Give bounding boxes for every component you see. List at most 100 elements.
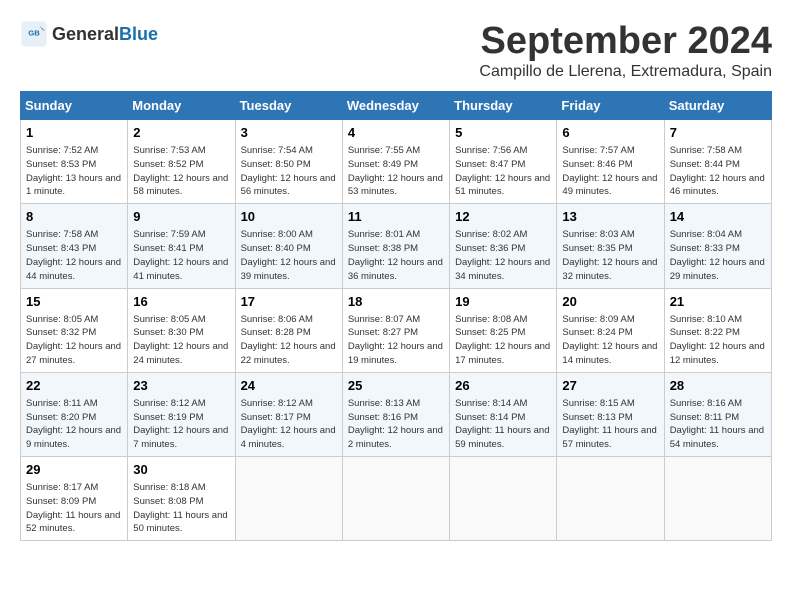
calendar-cell: 20 Sunrise: 8:09 AMSunset: 8:24 PMDayligh… [557,288,664,372]
day-info: Sunrise: 8:09 AMSunset: 8:24 PMDaylight:… [562,313,658,368]
day-number: 10 [241,208,337,226]
calendar-cell [235,457,342,541]
day-number: 8 [26,208,122,226]
day-info: Sunrise: 8:02 AMSunset: 8:36 PMDaylight:… [455,228,551,283]
day-info: Sunrise: 8:05 AMSunset: 8:32 PMDaylight:… [26,313,122,368]
calendar-cell: 9Sunrise: 7:59 AMSunset: 8:41 PMDaylight… [128,204,235,288]
day-info: Sunrise: 7:53 AMSunset: 8:52 PMDaylight:… [133,144,229,199]
calendar-container: GB GeneralBlue September 2024 Campillo d… [20,20,772,541]
day-number: 20 [562,293,658,311]
calendar-week-row: 8 Sunrise: 7:58 AMSunset: 8:43 PMDaylight… [21,204,772,288]
day-info: Sunrise: 8:00 AMSunset: 8:40 PMDaylight:… [241,228,337,283]
col-tuesday: Tuesday [235,92,342,120]
day-number: 30 [133,461,229,479]
calendar-cell: 11 Sunrise: 8:01 AMSunset: 8:38 PMDayligh… [342,204,449,288]
location-subtitle: Campillo de Llerena, Extremadura, Spain [479,63,772,81]
day-info: Sunrise: 7:58 AMSunset: 8:44 PMDaylight:… [670,144,766,199]
month-year-title: September 2024 [479,20,772,63]
calendar-cell: 4 Sunrise: 7:55 AMSunset: 8:49 PMDaylight… [342,120,449,204]
calendar-cell: 10 Sunrise: 8:00 AMSunset: 8:40 PMDayligh… [235,204,342,288]
day-number: 13 [562,208,658,226]
day-info: Sunrise: 8:05 AMSunset: 8:30 PMDaylight:… [133,313,229,368]
day-number: 21 [670,293,766,311]
day-number: 19 [455,293,551,311]
calendar-cell: 23 Sunrise: 8:12 AMSunset: 8:19 PMDayligh… [128,372,235,456]
col-sunday: Sunday [21,92,128,120]
logo-blue: Blue [119,24,158,44]
day-number: 23 [133,377,229,395]
day-info: Sunrise: 8:12 AMSunset: 8:19 PMDaylight:… [133,397,229,452]
calendar-cell: 28Sunrise: 8:16 AMSunset: 8:11 PMDayligh… [664,372,771,456]
logo-icon: GB [20,20,48,48]
calendar-cell [557,457,664,541]
weekday-header-row: Sunday Monday Tuesday Wednesday Thursday… [21,92,772,120]
day-number: 15 [26,293,122,311]
title-section: September 2024 Campillo de Llerena, Extr… [479,20,772,81]
calendar-cell: 12 Sunrise: 8:02 AMSunset: 8:36 PMDayligh… [450,204,557,288]
calendar-week-row: 1 Sunrise: 7:52 AMSunset: 8:53 PMDaylight… [21,120,772,204]
calendar-cell: 22 Sunrise: 8:11 AMSunset: 8:20 PMDayligh… [21,372,128,456]
day-number: 2 [133,124,229,142]
logo-text: GeneralBlue [52,24,158,45]
day-info: Sunrise: 7:58 AMSunset: 8:43 PMDaylight:… [26,228,122,283]
day-info: Sunrise: 8:07 AMSunset: 8:27 PMDaylight:… [348,313,444,368]
calendar-cell: 19 Sunrise: 8:08 AMSunset: 8:25 PMDayligh… [450,288,557,372]
logo-general: General [52,24,119,44]
day-number: 18 [348,293,444,311]
day-number: 7 [670,124,766,142]
calendar-week-row: 15 Sunrise: 8:05 AMSunset: 8:32 PMDayligh… [21,288,772,372]
day-number: 26 [455,377,551,395]
day-info: Sunrise: 8:17 AMSunset: 8:09 PMDaylight:… [26,481,122,536]
day-info: Sunrise: 8:10 AMSunset: 8:22 PMDaylight:… [670,313,766,368]
day-number: 17 [241,293,337,311]
calendar-cell: 2 Sunrise: 7:53 AMSunset: 8:52 PMDaylight… [128,120,235,204]
day-info: Sunrise: 8:08 AMSunset: 8:25 PMDaylight:… [455,313,551,368]
calendar-cell: 16 Sunrise: 8:05 AMSunset: 8:30 PMDayligh… [128,288,235,372]
calendar-cell: 13Sunrise: 8:03 AMSunset: 8:35 PMDayligh… [557,204,664,288]
day-number: 12 [455,208,551,226]
day-number: 22 [26,377,122,395]
day-info: Sunrise: 8:16 AMSunset: 8:11 PMDaylight:… [670,397,766,452]
header: GB GeneralBlue September 2024 Campillo d… [20,20,772,81]
calendar-cell: 1 Sunrise: 7:52 AMSunset: 8:53 PMDaylight… [21,120,128,204]
day-info: Sunrise: 8:06 AMSunset: 8:28 PMDaylight:… [241,313,337,368]
day-number: 3 [241,124,337,142]
day-number: 16 [133,293,229,311]
day-number: 27 [562,377,658,395]
day-info: Sunrise: 7:55 AMSunset: 8:49 PMDaylight:… [348,144,444,199]
day-info: Sunrise: 8:13 AMSunset: 8:16 PMDaylight:… [348,397,444,452]
calendar-cell [342,457,449,541]
day-number: 25 [348,377,444,395]
calendar-cell: 6 Sunrise: 7:57 AMSunset: 8:46 PMDaylight… [557,120,664,204]
col-monday: Monday [128,92,235,120]
day-info: Sunrise: 7:59 AMSunset: 8:41 PMDaylight:… [133,228,229,283]
day-info: Sunrise: 7:52 AMSunset: 8:53 PMDaylight:… [26,144,122,199]
calendar-cell: 25 Sunrise: 8:13 AMSunset: 8:16 PMDayligh… [342,372,449,456]
day-info: Sunrise: 8:11 AMSunset: 8:20 PMDaylight:… [26,397,122,452]
day-number: 11 [348,208,444,226]
day-number: 29 [26,461,122,479]
calendar-cell: 8 Sunrise: 7:58 AMSunset: 8:43 PMDaylight… [21,204,128,288]
day-info: Sunrise: 8:01 AMSunset: 8:38 PMDaylight:… [348,228,444,283]
day-number: 1 [26,124,122,142]
calendar-table: Sunday Monday Tuesday Wednesday Thursday… [20,91,772,541]
calendar-cell: 5Sunrise: 7:56 AMSunset: 8:47 PMDaylight… [450,120,557,204]
calendar-cell: 24Sunrise: 8:12 AMSunset: 8:17 PMDayligh… [235,372,342,456]
day-info: Sunrise: 8:12 AMSunset: 8:17 PMDaylight:… [241,397,337,452]
calendar-cell: 18 Sunrise: 8:07 AMSunset: 8:27 PMDayligh… [342,288,449,372]
calendar-cell: 21 Sunrise: 8:10 AMSunset: 8:22 PMDayligh… [664,288,771,372]
day-number: 4 [348,124,444,142]
day-info: Sunrise: 8:14 AMSunset: 8:14 PMDaylight:… [455,397,551,452]
day-info: Sunrise: 8:04 AMSunset: 8:33 PMDaylight:… [670,228,766,283]
day-number: 5 [455,124,551,142]
col-saturday: Saturday [664,92,771,120]
calendar-cell: 14 Sunrise: 8:04 AMSunset: 8:33 PMDayligh… [664,204,771,288]
day-info: Sunrise: 8:18 AMSunset: 8:08 PMDaylight:… [133,481,229,536]
calendar-cell: 17 Sunrise: 8:06 AMSunset: 8:28 PMDayligh… [235,288,342,372]
day-number: 6 [562,124,658,142]
col-wednesday: Wednesday [342,92,449,120]
day-number: 14 [670,208,766,226]
day-info: Sunrise: 7:57 AMSunset: 8:46 PMDaylight:… [562,144,658,199]
calendar-cell: 30 Sunrise: 8:18 AMSunset: 8:08 PMDayligh… [128,457,235,541]
calendar-cell: 7 Sunrise: 7:58 AMSunset: 8:44 PMDaylight… [664,120,771,204]
